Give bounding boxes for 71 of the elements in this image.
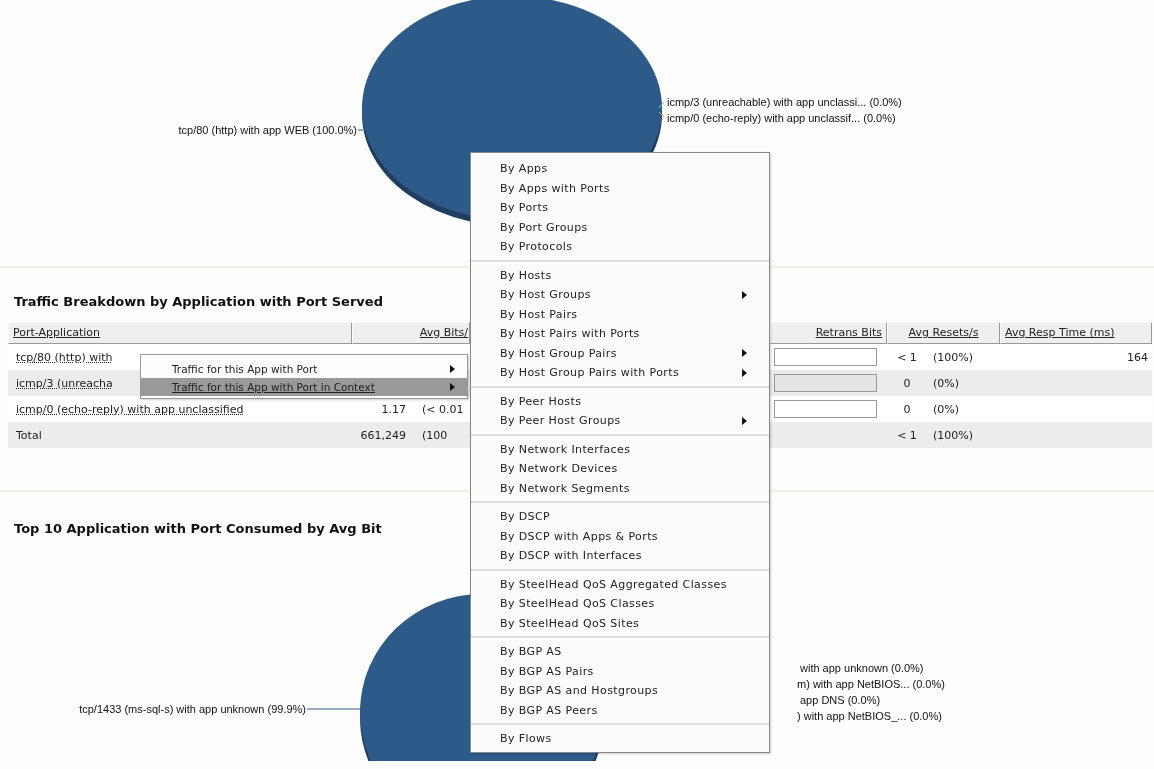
leader-line [357,129,364,131]
application-link[interactable]: tcp/80 (http) with [16,350,113,364]
leader-line [658,111,665,118]
menu-item[interactable]: By BGP AS Peers [471,700,769,720]
table-cell: < 1 [897,428,917,442]
section-title: Top 10 Application with Port Consumed by Avg Bit [13,521,382,537]
menu-item[interactable]: By Network Devices [471,459,769,479]
menu-item[interactable]: By Host Groups [471,285,769,305]
section-title: Traffic Breakdown by Application with Port Served [13,294,383,310]
menu-item[interactable]: By Ports [471,198,769,218]
table-cell: (0%) [933,402,960,416]
table-cell: 164 [1127,350,1148,364]
menu-item[interactable]: By Network Interfaces [471,439,769,459]
menu-item[interactable]: By DSCP with Apps & Ports [471,526,769,546]
submenu-arrow-icon [450,365,455,373]
leader-line [658,101,665,109]
menu-item[interactable]: By SteelHead QoS Sites [471,613,769,633]
menu-item[interactable]: By SteelHead QoS Aggregated Classes [471,574,769,594]
column-header[interactable]: Avg Resp Time (ms) [1000,322,1152,344]
menu-item[interactable]: By Flows [471,729,769,749]
menu-item[interactable]: By Apps with Ports [471,178,769,198]
chart-label: m) with app NetBIOS... (0.0%) [797,677,945,691]
table-cell: (100%) [933,350,974,364]
application-link[interactable]: icmp/3 (unreacha [16,376,113,390]
submenu-arrow-icon [742,290,747,299]
table-cell: (< 0.01 [422,402,464,416]
menu-item[interactable]: Traffic for this App with Port in Context [141,378,467,396]
menu-item[interactable]: By Hosts [471,265,769,285]
table-cell: (0%) [933,376,960,390]
menu-item[interactable]: By Host Pairs with Ports [471,324,769,344]
column-header[interactable]: Retrans Bits [770,322,887,344]
menu-item[interactable]: Traffic for this App with Port [141,360,467,378]
chart-label: with app unknown (0.0%) [800,661,924,675]
menu-item[interactable]: By BGP AS and Hostgroups [471,681,769,701]
menu-item[interactable]: By Apps [471,159,769,179]
table-cell: < 1 [897,350,917,364]
menu-item[interactable]: By DSCP with Interfaces [471,546,769,566]
column-header[interactable]: Port-Application [8,322,352,344]
chart-label: icmp/3 (unreachable) with app unclassi... (0.0%) [667,95,902,109]
menu-item[interactable]: By Host Group Pairs with Ports [471,363,769,383]
menu-item[interactable]: By Peer Hosts [471,391,769,411]
application-link[interactable]: icmp/0 (echo-reply) with app unclassified [16,402,244,416]
table-cell: (100%) [933,428,974,442]
table-cell: (100 [422,428,448,442]
chart-label: app DNS (0.0%) [800,693,881,707]
column-header[interactable]: Avg Resets/s [887,322,1000,344]
menu-item[interactable]: By SteelHead QoS Classes [471,594,769,614]
table-cell: Total [16,428,42,442]
submenu-arrow-icon [450,383,455,391]
submenu-arrow-icon [742,416,747,425]
menu-item[interactable]: By Protocols [471,237,769,257]
menu-item[interactable]: By Network Segments [471,478,769,498]
table-cell: 0 [903,402,911,416]
menu-item[interactable]: By DSCP [471,507,769,527]
menu-item[interactable]: By BGP AS [471,642,769,662]
menu-item[interactable]: By Host Pairs [471,304,769,324]
submenu-arrow-icon [742,368,747,377]
chart-label: tcp/80 (http) with app WEB (100.0%) [178,123,357,137]
table-cell: 1.17 [381,402,406,416]
chart-label: icmp/0 (echo-reply) with app unclassif... (0.0%) [667,111,896,125]
table-cell: 0 [903,376,911,390]
chart-label: ) with app NetBIOS_... (0.0%) [797,709,942,723]
column-header[interactable]: Avg Bits/ [352,322,470,344]
table-cell: 661,249 [360,428,406,442]
menu-item[interactable]: By Port Groups [471,217,769,237]
leader-line [306,708,363,710]
chart-label: tcp/1433 (ms-sql-s) with app unknown (99.9%) [79,702,306,716]
menu-item[interactable]: By BGP AS Pairs [471,661,769,681]
menu-item[interactable]: By Peer Host Groups [471,411,769,431]
submenu-arrow-icon [742,349,747,358]
menu-item[interactable]: By Host Group Pairs [471,343,769,363]
